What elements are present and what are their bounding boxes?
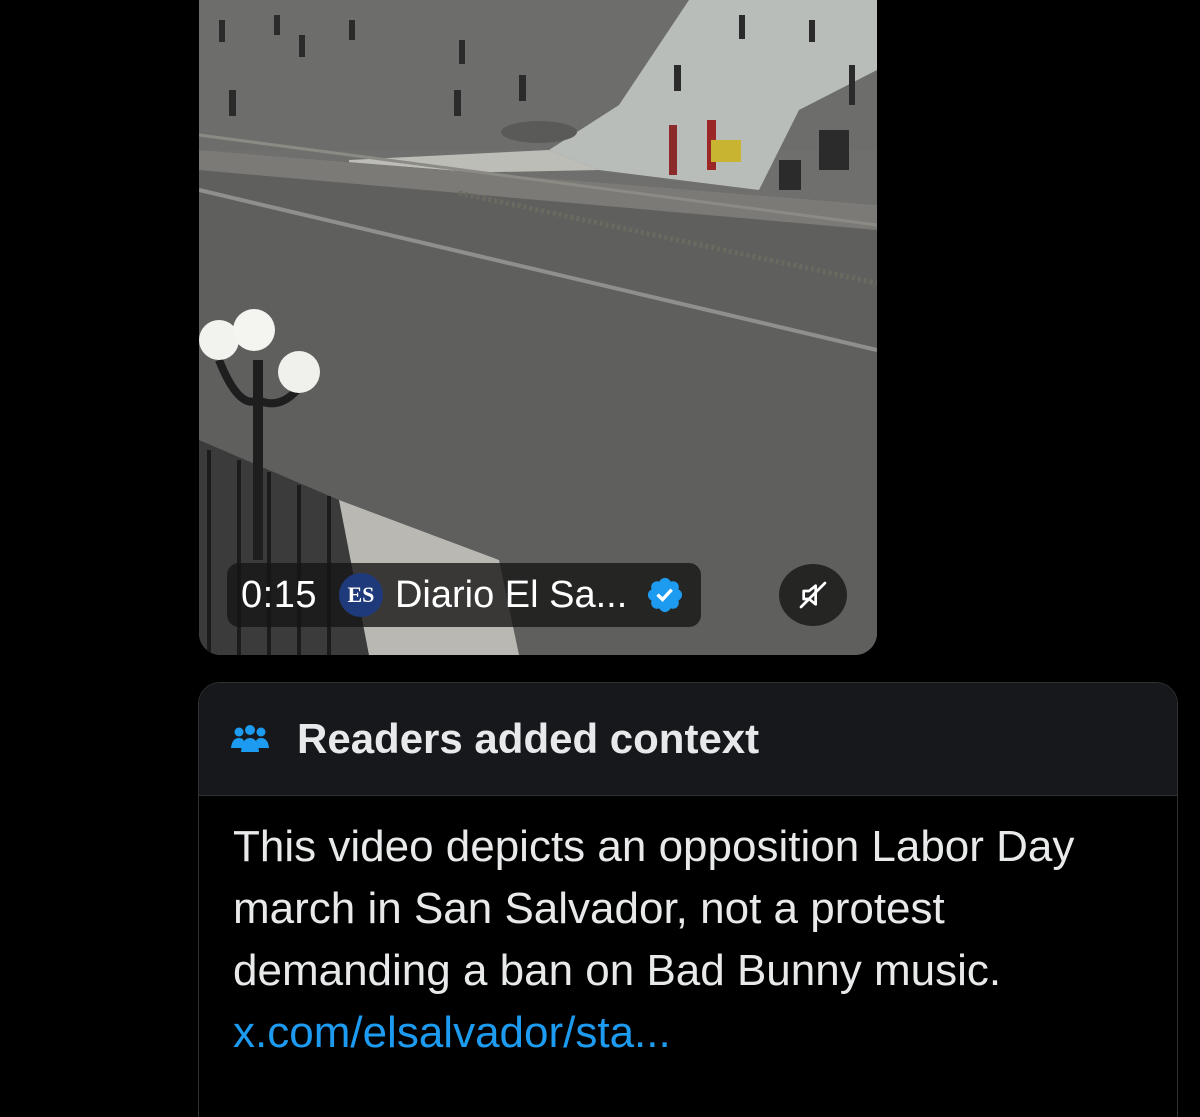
page: 0:15 ES Diario El Sa... Readers added co… <box>0 0 1200 1117</box>
verified-badge-icon <box>648 577 683 613</box>
channel-logo: ES <box>338 573 383 617</box>
note-body: This video depicts an opposition Labor D… <box>199 796 1177 1064</box>
muted-speaker-icon <box>799 581 827 609</box>
channel-name[interactable]: Diario El Sa... <box>395 574 627 617</box>
video-player[interactable]: 0:15 ES Diario El Sa... <box>199 0 877 655</box>
video-info-pill[interactable]: 0:15 ES Diario El Sa... <box>227 563 702 627</box>
video-time: 0:15 <box>241 573 317 616</box>
note-text: This video depicts an opposition Labor D… <box>233 822 1075 995</box>
video-frame <box>199 0 877 655</box>
community-note: Readers added context This video depicts… <box>198 682 1178 1117</box>
note-source-link[interactable]: x.com/elsalvador/sta... <box>233 1008 671 1057</box>
note-header: Readers added context <box>199 683 1177 796</box>
mute-button[interactable] <box>779 564 847 626</box>
note-title: Readers added context <box>297 715 760 762</box>
people-group-icon <box>231 725 269 752</box>
